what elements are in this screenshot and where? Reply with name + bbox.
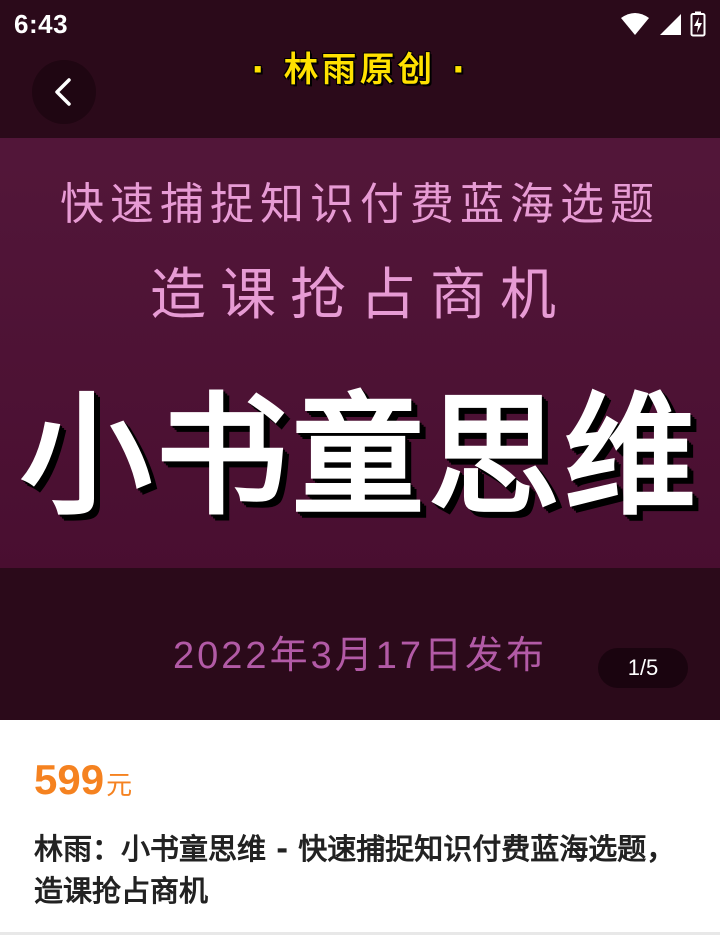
- status-time: 6:43: [14, 9, 69, 39]
- back-button[interactable]: [32, 60, 96, 124]
- status-bar: 6:43: [0, 0, 720, 48]
- product-info: 599元 林雨：小书童思维 - 快速捕捉知识付费蓝海选题，造课抢占商机: [0, 720, 720, 935]
- price-unit: 元: [106, 771, 133, 801]
- hero-subtitle-line2: 造课抢占商机: [150, 263, 570, 328]
- price-row: 599元: [34, 756, 132, 804]
- hero-main-title: 小书童思维: [20, 380, 700, 534]
- price-value: 599: [34, 756, 105, 803]
- chevron-left-icon: [55, 78, 71, 106]
- signal-icon: [660, 14, 681, 35]
- image-pager-indicator: 1/5: [598, 648, 688, 688]
- product-title: 林雨：小书童思维 - 快速捕捉知识付费蓝海选题，造课抢占商机: [34, 832, 676, 908]
- brand-label: · 林雨原创 ·: [251, 50, 469, 90]
- status-icons: [620, 11, 706, 37]
- hero-subtitle-line1: 快速捕捉知识付费蓝海选题: [60, 179, 660, 230]
- wifi-icon: [621, 13, 649, 35]
- product-image-carousel[interactable]: · 林雨原创 · 快速捕捉知识付费蓝海选题 造课抢占商机 小书童思维 2022年…: [0, 0, 720, 720]
- battery-charging-icon: [690, 11, 706, 37]
